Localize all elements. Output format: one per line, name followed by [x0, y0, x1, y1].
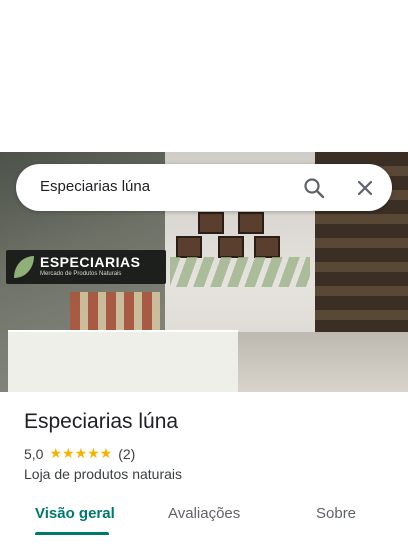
rating-row[interactable]: 5,0 ★★★★★ (2) — [24, 445, 135, 462]
rating-value: 5,0 — [24, 445, 44, 462]
place-category[interactable]: Loja de produtos naturais — [24, 466, 182, 482]
leaf-decoration — [170, 257, 310, 287]
tab-reviews[interactable]: Avaliações — [168, 505, 240, 522]
tab-bar: Visão geral Avaliações Sobre — [0, 494, 408, 542]
search-bar[interactable]: Especiarias lúna — [16, 164, 392, 211]
product-jars — [70, 292, 160, 330]
leaf-icon — [14, 256, 34, 278]
place-name: Especiarias lúna — [24, 410, 179, 433]
wall-frame — [176, 236, 202, 258]
wall-frame — [254, 236, 280, 258]
wall-frame — [238, 212, 264, 234]
display-table — [8, 330, 238, 392]
search-button[interactable] — [302, 176, 326, 200]
sign-subtitle: Mercado de Produtos Naturais — [40, 271, 122, 277]
tab-overview[interactable]: Visão geral — [35, 505, 115, 522]
active-tab-indicator — [35, 532, 109, 535]
place-info: Especiarias lúna 5,0 ★★★★★ (2) Loja de p… — [24, 410, 182, 482]
search-icon[interactable] — [302, 176, 326, 200]
review-count[interactable]: (2) — [118, 446, 135, 462]
search-query[interactable]: Especiarias lúna — [40, 178, 150, 195]
star-rating: ★★★★★ — [49, 445, 113, 461]
wall-frame — [218, 236, 244, 258]
close-icon[interactable] — [353, 176, 377, 200]
tab-about[interactable]: Sobre — [316, 505, 356, 522]
sign-title: ESPECIARIAS — [40, 254, 141, 270]
wall-frame — [198, 212, 224, 234]
close-button[interactable] — [353, 176, 377, 200]
store-sign: ESPECIARIAS Mercado de Produtos Naturais — [6, 250, 166, 284]
